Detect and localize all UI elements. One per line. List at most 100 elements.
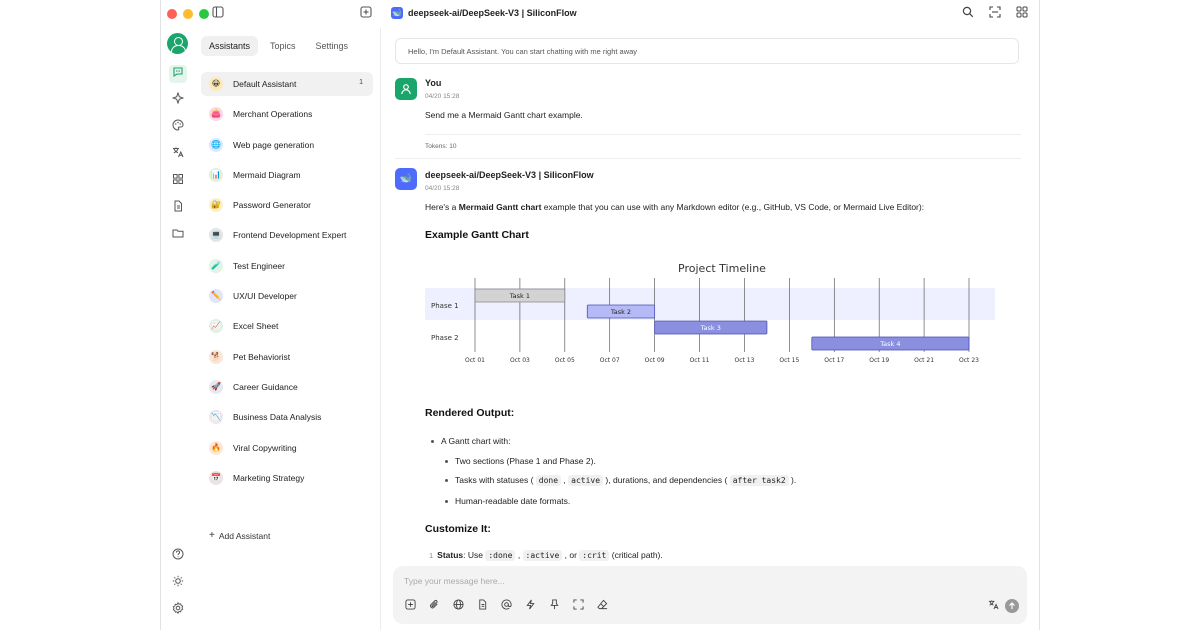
assistant-emoji-icon: 🐕: [209, 349, 223, 364]
expand-icon[interactable]: [988, 6, 1002, 20]
palette-icon[interactable]: [169, 118, 187, 136]
list-item: 1 Status: Use :done , :active , or :crit …: [429, 550, 663, 561]
tick-label: Oct 03: [510, 357, 530, 364]
theme-sun-icon[interactable]: [169, 574, 187, 592]
assistant-emoji-icon: ✏️: [209, 289, 223, 304]
lightning-icon[interactable]: [523, 599, 538, 614]
heading-customize: Customize It:: [425, 523, 491, 535]
assistant-emoji-icon: 📈: [209, 319, 223, 334]
window-controls: [167, 9, 209, 19]
assistant-emoji-icon: 😀: [209, 77, 223, 91]
tab-settings[interactable]: Settings: [308, 36, 357, 56]
mention-icon[interactable]: [499, 599, 514, 614]
inline-code: :active: [522, 550, 563, 561]
assistant-item[interactable]: 🐕 Pet Behaviorist: [201, 345, 373, 369]
sidebar-toggle-icon[interactable]: [211, 6, 225, 20]
tick-label: Oct 19: [869, 357, 889, 364]
assistant-label: Merchant Operations: [233, 109, 313, 120]
assistant-message-avatar: 🐋: [395, 168, 417, 190]
add-assistant-label: Add Assistant: [218, 530, 271, 541]
sparkle-icon[interactable]: [169, 91, 187, 109]
assistant-item[interactable]: 🧪 Test Engineer: [201, 254, 373, 278]
assistant-item[interactable]: 📅 Marketing Strategy: [201, 466, 373, 490]
assistant-emoji-icon: 👛: [209, 107, 223, 122]
tab-topics[interactable]: Topics: [262, 36, 304, 56]
task-label: Task 2: [610, 308, 631, 316]
chart-title: Project Timeline: [678, 262, 766, 275]
section-label: Phase 1: [431, 302, 459, 310]
chat-icon[interactable]: [169, 65, 187, 83]
assistant-item[interactable]: 📈 Excel Sheet: [201, 314, 373, 338]
tick-label: Oct 21: [914, 357, 934, 364]
knowledge-icon[interactable]: [169, 199, 187, 217]
attachment-icon[interactable]: [427, 599, 442, 614]
list-item: Human-readable date formats.: [445, 496, 570, 506]
user-message-avatar: [395, 78, 417, 100]
minimize-window-button[interactable]: [183, 9, 193, 19]
assistant-emoji-icon: 📅: [209, 470, 223, 485]
mini-apps-icon[interactable]: [169, 172, 187, 190]
tab-assistants[interactable]: Assistants: [201, 36, 259, 56]
assistant-item[interactable]: ✏️ UX/UI Developer: [201, 284, 373, 308]
assistant-item[interactable]: 😀 Default Assistant 1: [201, 72, 373, 96]
web-search-icon[interactable]: [451, 599, 466, 614]
folder-icon[interactable]: [169, 226, 187, 244]
assistant-item[interactable]: 🌐 Web page generation: [201, 133, 373, 157]
search-icon[interactable]: [961, 6, 975, 20]
user-avatar[interactable]: [167, 33, 188, 54]
model-selector[interactable]: 🐋 deepseek-ai/DeepSeek-V3 | SiliconFlow: [391, 7, 577, 19]
assistant-label: Business Data Analysis: [233, 412, 322, 423]
new-topic-icon[interactable]: [359, 6, 373, 20]
settings-gear-icon[interactable]: [169, 601, 187, 619]
help-icon[interactable]: [169, 547, 187, 565]
assistant-item[interactable]: 🔥 Viral Copywriting: [201, 436, 373, 460]
inline-code: after task2: [729, 475, 789, 486]
fullscreen-icon[interactable]: [571, 599, 586, 614]
close-window-button[interactable]: [167, 9, 177, 19]
add-assistant-button[interactable]: + Add Assistant: [209, 530, 270, 541]
user-message-time: 04/20 15:28: [425, 93, 460, 100]
knowledge-base-icon[interactable]: [475, 599, 490, 614]
input-toolbar: [403, 599, 610, 614]
assistant-item[interactable]: 📊 Mermaid Diagram: [201, 163, 373, 187]
tick-label: Oct 01: [465, 357, 485, 364]
assistant-item[interactable]: 🚀 Career Guidance: [201, 375, 373, 399]
maximize-window-button[interactable]: [199, 9, 209, 19]
deepseek-logo-icon: 🐋: [391, 7, 403, 19]
system-message: Hello, I'm Default Assistant. You can st…: [395, 38, 1019, 64]
assistant-item[interactable]: 👛 Merchant Operations: [201, 102, 373, 126]
pin-icon[interactable]: [547, 599, 562, 614]
tick-label: Oct 11: [690, 357, 710, 364]
icon-rail: [161, 28, 195, 630]
assistant-emoji-icon: 🔥: [209, 440, 223, 455]
heading-example-gantt: Example Gantt Chart: [425, 229, 529, 241]
apps-grid-icon[interactable]: [1015, 6, 1029, 20]
assistant-item[interactable]: 💻 Frontend Development Expert: [201, 223, 373, 247]
panel-tabs: Assistants Topics Settings: [201, 36, 356, 56]
assistant-emoji-icon: 📊: [209, 167, 223, 182]
new-topic-icon[interactable]: [403, 599, 418, 614]
tick-label: Oct 07: [600, 357, 620, 364]
message-input[interactable]: Type your message here...: [404, 576, 505, 586]
assistant-item[interactable]: 📉 Business Data Analysis: [201, 405, 373, 429]
section-label: Phase 2: [431, 334, 459, 342]
assistant-item[interactable]: 🔐 Password Generator: [201, 193, 373, 217]
assistant-label: Default Assistant: [233, 79, 297, 89]
assistant-label: Pet Behaviorist: [233, 351, 291, 362]
chat-area: Hello, I'm Default Assistant. You can st…: [381, 28, 1039, 630]
list-item: Two sections (Phase 1 and Phase 2).: [445, 456, 596, 466]
message-input-box[interactable]: Type your message here...: [393, 566, 1027, 624]
send-button[interactable]: [1005, 599, 1019, 613]
tick-label: Oct 17: [824, 357, 844, 364]
intro-bold: Mermaid Gantt chart: [458, 202, 542, 212]
translate-icon[interactable]: [169, 145, 187, 163]
inline-code: done: [535, 475, 562, 486]
token-count: Tokens: 10: [425, 143, 457, 150]
tick-label: Oct 05: [555, 357, 575, 364]
tick-label: Oct 09: [645, 357, 665, 364]
assistant-label: Frontend Development Expert: [233, 230, 347, 241]
translate-icon[interactable]: [988, 599, 999, 613]
eraser-icon[interactable]: [595, 599, 610, 614]
tick-label: Oct 13: [734, 357, 754, 364]
message-divider: [395, 158, 1021, 159]
